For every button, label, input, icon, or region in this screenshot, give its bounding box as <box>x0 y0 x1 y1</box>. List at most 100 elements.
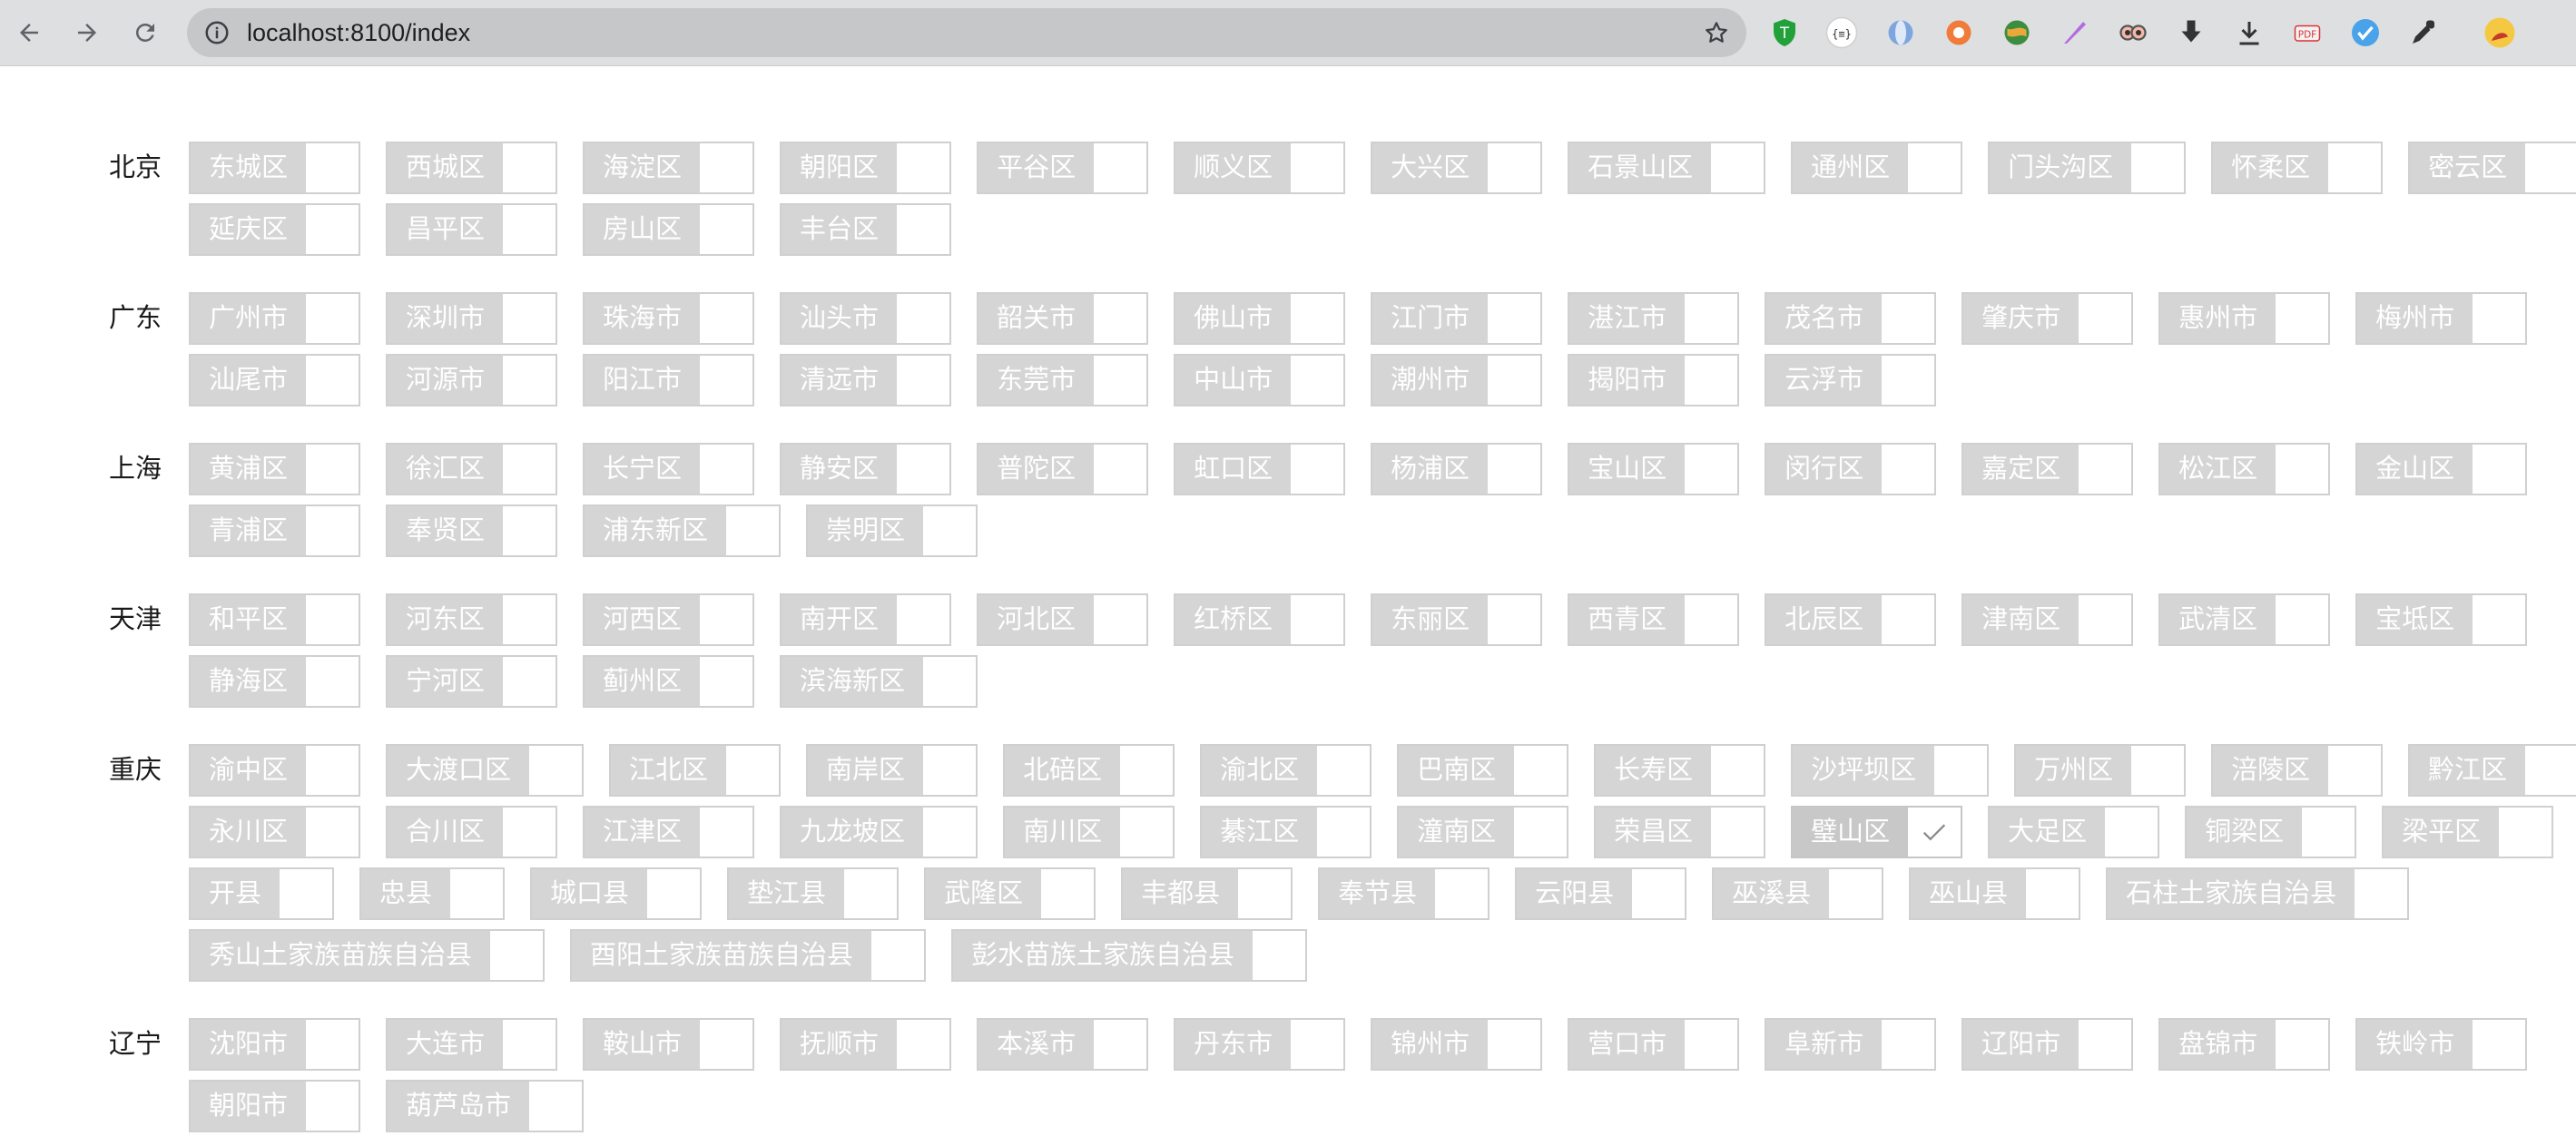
checkbox-box[interactable] <box>503 143 556 192</box>
district-checkbox[interactable]: 长寿区 <box>1594 744 1766 797</box>
district-checkbox[interactable]: 湛江市 <box>1568 292 1740 345</box>
district-checkbox[interactable]: 鞍山市 <box>583 1018 755 1071</box>
district-checkbox[interactable]: 金山区 <box>2355 443 2528 495</box>
checkbox-box[interactable] <box>2473 294 2526 343</box>
district-checkbox[interactable]: 开县 <box>189 867 335 920</box>
checkbox-box[interactable] <box>1829 869 1883 918</box>
district-checkbox[interactable]: 江门市 <box>1371 292 1543 345</box>
checkbox-box[interactable] <box>1291 356 1344 405</box>
checkbox-box[interactable] <box>2131 746 2185 795</box>
extension-orbit-icon[interactable] <box>1884 16 1917 49</box>
district-checkbox[interactable]: 江北区 <box>609 744 782 797</box>
forward-button[interactable] <box>67 13 107 53</box>
district-checkbox[interactable]: 抚顺市 <box>780 1018 952 1071</box>
checkbox-box[interactable] <box>700 143 753 192</box>
district-checkbox[interactable]: 大足区 <box>1988 806 2160 858</box>
district-checkbox[interactable]: 石景山区 <box>1568 142 1766 194</box>
checkbox-box[interactable] <box>1120 746 1174 795</box>
district-checkbox[interactable]: 汕尾市 <box>189 354 361 406</box>
checkbox-box[interactable] <box>503 657 556 706</box>
district-checkbox[interactable]: 锦州市 <box>1371 1018 1543 1071</box>
extension-avatar-icon[interactable] <box>2483 16 2516 49</box>
district-checkbox[interactable]: 阳江市 <box>583 354 755 406</box>
checkbox-box[interactable] <box>1488 595 1541 644</box>
checkbox-box[interactable] <box>1317 746 1371 795</box>
checkbox-box[interactable] <box>1882 445 1935 494</box>
district-checkbox[interactable]: 东丽区 <box>1371 593 1543 646</box>
district-checkbox[interactable]: 九龙坡区 <box>780 806 978 858</box>
checkbox-box[interactable] <box>2131 143 2185 192</box>
district-checkbox[interactable]: 顺义区 <box>1174 142 1346 194</box>
district-checkbox[interactable]: 忠县 <box>359 867 506 920</box>
checkbox-box[interactable] <box>2276 294 2329 343</box>
district-checkbox[interactable]: 北辰区 <box>1765 593 1937 646</box>
district-checkbox[interactable]: 北碚区 <box>1003 744 1175 797</box>
district-checkbox[interactable]: 葫芦岛市 <box>386 1080 585 1132</box>
district-checkbox[interactable]: 珠海市 <box>583 292 755 345</box>
checkbox-box[interactable] <box>1120 808 1174 857</box>
district-checkbox[interactable]: 汕头市 <box>780 292 952 345</box>
checkbox-box[interactable] <box>2079 294 2132 343</box>
district-checkbox[interactable]: 巫山县 <box>1909 867 2081 920</box>
district-checkbox[interactable]: 海淀区 <box>583 142 755 194</box>
checkbox-box[interactable] <box>1632 869 1686 918</box>
district-checkbox[interactable]: 云浮市 <box>1765 354 1937 406</box>
checkbox-box[interactable] <box>1291 445 1344 494</box>
checkbox-box[interactable] <box>2079 595 2132 644</box>
checkbox-box[interactable] <box>2302 808 2355 857</box>
checkbox-box[interactable] <box>1094 595 1147 644</box>
checkbox-box[interactable] <box>306 1020 359 1069</box>
extension-pdf-icon[interactable]: PDF <box>2291 16 2324 49</box>
checkbox-box[interactable] <box>1882 356 1935 405</box>
district-checkbox[interactable]: 西城区 <box>386 142 558 194</box>
district-checkbox[interactable]: 崇明区 <box>806 504 978 557</box>
extension-download-dark-icon[interactable] <box>2175 16 2207 49</box>
checkbox-box[interactable] <box>1094 143 1147 192</box>
back-button[interactable] <box>9 13 49 53</box>
district-checkbox[interactable]: 城口县 <box>530 867 703 920</box>
checkbox-box[interactable] <box>700 445 753 494</box>
district-checkbox[interactable]: 黄浦区 <box>189 443 361 495</box>
district-checkbox[interactable]: 青浦区 <box>189 504 361 557</box>
district-checkbox[interactable]: 韶关市 <box>977 292 1149 345</box>
district-checkbox[interactable]: 潮州市 <box>1371 354 1543 406</box>
district-checkbox[interactable]: 河东区 <box>386 593 558 646</box>
district-checkbox[interactable]: 彭水苗族土家族自治县 <box>951 929 1308 982</box>
star-icon[interactable] <box>1703 19 1730 46</box>
district-checkbox[interactable]: 大连市 <box>386 1018 558 1071</box>
district-checkbox[interactable]: 肇庆市 <box>1961 292 2134 345</box>
district-checkbox[interactable]: 清远市 <box>780 354 952 406</box>
district-checkbox[interactable]: 房山区 <box>583 203 755 256</box>
reload-button[interactable] <box>125 13 165 53</box>
district-checkbox[interactable]: 万州区 <box>2014 744 2187 797</box>
district-checkbox[interactable]: 垫江县 <box>727 867 900 920</box>
checkbox-box[interactable] <box>923 506 977 555</box>
district-checkbox[interactable]: 普陀区 <box>977 443 1149 495</box>
district-checkbox[interactable]: 东莞市 <box>977 354 1149 406</box>
checkbox-box[interactable] <box>1934 746 1988 795</box>
checkbox-box[interactable] <box>871 931 925 980</box>
checkbox-box[interactable] <box>2026 869 2079 918</box>
district-checkbox[interactable]: 徐汇区 <box>386 443 558 495</box>
district-checkbox[interactable]: 潼南区 <box>1397 806 1569 858</box>
extension-gear-icon[interactable] <box>1942 16 1975 49</box>
district-checkbox[interactable]: 奉节县 <box>1318 867 1490 920</box>
district-checkbox[interactable]: 虹口区 <box>1174 443 1346 495</box>
checkbox-box[interactable] <box>503 445 556 494</box>
checkbox-box[interactable] <box>1514 808 1568 857</box>
checkbox-box[interactable] <box>2105 808 2158 857</box>
checkbox-box[interactable] <box>700 595 753 644</box>
checkbox-box[interactable] <box>700 657 753 706</box>
checkbox-box[interactable] <box>2328 143 2382 192</box>
info-icon[interactable] <box>203 19 231 46</box>
checkbox-box[interactable] <box>2473 1020 2526 1069</box>
checkbox-box[interactable] <box>2525 143 2576 192</box>
checkbox-box[interactable] <box>1041 869 1095 918</box>
checkbox-box[interactable] <box>306 445 359 494</box>
checkbox-box[interactable] <box>2276 445 2329 494</box>
extension-owl-icon[interactable] <box>2117 16 2149 49</box>
checkbox-box[interactable] <box>1908 143 1961 192</box>
extension-json-icon[interactable]: {≡} <box>1825 16 1858 49</box>
checkbox-box[interactable] <box>1882 595 1935 644</box>
checkbox-box[interactable] <box>490 931 544 980</box>
